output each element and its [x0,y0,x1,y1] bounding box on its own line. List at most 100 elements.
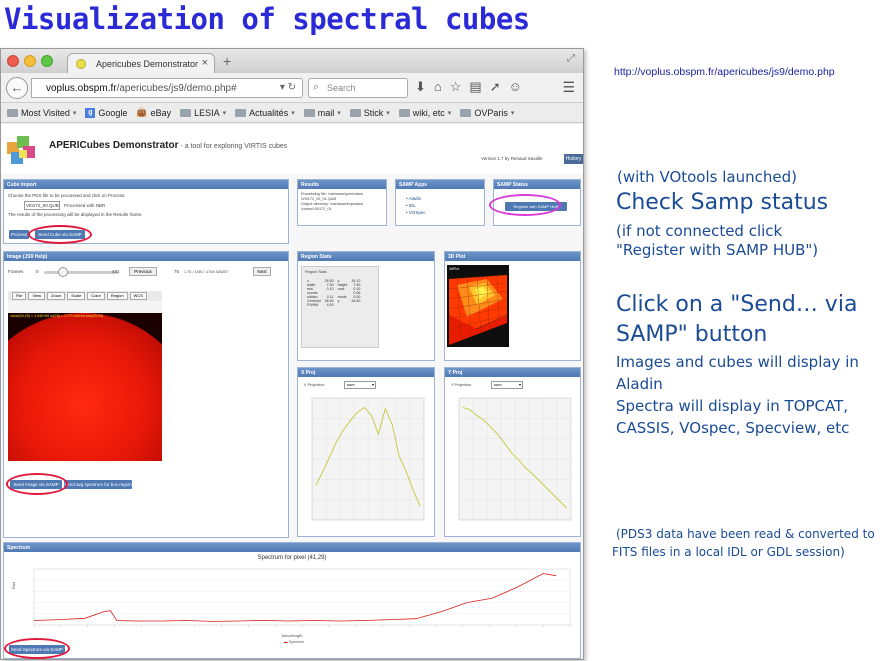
url-path: /apericubes/js9/demo.php# [116,83,237,94]
samp-app-vospec[interactable]: • VOSpec [406,209,426,216]
slide-title: Visualization of spectral cubes [4,2,530,36]
new-tab-icon[interactable]: + [223,53,231,69]
bookmark-ovparis[interactable]: OVParis ▾ [460,108,514,118]
note-connect-1: (if not connected click [616,222,783,240]
file-input[interactable]: VI0172_00.QUB [24,201,60,210]
yproj-panel: Y Proj Y Projection sum ▾ [444,367,581,537]
js9-image-display[interactable]: File View Zoom Scale Color Region WCS va… [8,291,162,461]
google-icon: g [85,107,96,118]
yproj-label: Y Projection [451,383,472,387]
js9-menu-color[interactable]: Color [87,292,105,300]
search-placeholder: Search [327,83,356,93]
samp-apps-header: SAMP Apps [396,180,484,189]
frame-min: 0 [36,269,39,274]
zoom-window-button[interactable] [41,55,53,67]
display-line-3: Spectra will display in TOPCAT, [616,397,849,415]
bookmark-stick[interactable]: Stick ▾ [349,108,390,118]
send-avg-spectrum-button[interactable]: Send avg spectrum for box region [64,480,132,489]
yproj-chart [458,397,572,521]
heading-send-2: SAMP" button [616,322,768,347]
js9-menubar: File View Zoom Scale Color Region WCS [8,291,162,301]
next-frame-button[interactable]: Next [253,267,271,276]
js9-menu-scale[interactable]: Scale [67,292,86,300]
cube-import-instructions: Choose the PDS file to be processed and … [8,193,126,198]
plot3d-header: 3D Plot [445,252,580,261]
region-stats-box: Region Stats x 26.50 y 35.10 width 7.50 height… [301,266,379,348]
browser-window: Apericubes Demonstrator × + ⤢ ← voplus.o… [0,48,584,660]
smiley-icon[interactable]: ☺ [509,79,522,95]
xproj-header: X Proj [298,368,434,377]
plot3d-canvas[interactable]: 3dPlot [447,265,509,347]
fullscreen-icon[interactable]: ⤢ [567,53,575,64]
bookmark-mail[interactable]: mail ▾ [303,108,341,118]
bookmark-ebay[interactable]: 👜 eBay [136,107,171,118]
samp-app-idl[interactable]: • IDL [406,202,426,209]
close-tab-icon[interactable]: × [202,57,208,69]
minimize-window-button[interactable] [24,55,36,67]
frames-label: Frames [8,269,24,274]
frame-slider[interactable] [44,267,118,277]
send-icon[interactable]: ➚ [490,79,501,95]
samp-status-header: SAMP Status [494,180,580,189]
url-bar[interactable]: voplus.obspm.fr/apericubes/js9/demo.php#… [31,78,303,98]
close-window-button[interactable] [7,55,19,67]
bookmark-google[interactable]: g Google [85,107,127,118]
xproj-select[interactable]: sum ▾ [344,381,376,389]
cube-import-header: Cube import [4,180,288,189]
demo-url: http://voplus.obspm.fr/apericubes/js9/de… [614,66,835,78]
url-domain: voplus.obspm.fr [46,83,117,94]
folder-icon [180,108,192,117]
samp-app-aladin[interactable]: • Aladin [406,195,426,202]
region-stats-table: x 26.50 y 35.10 width 7.50 height 7.50 min 0.10 ma… [305,279,362,307]
history-button[interactable]: History [564,154,583,164]
frame-number: 75 [174,269,180,274]
frame-slider-thumb[interactable] [58,267,68,277]
browser-titlebar: Apericubes Demonstrator × + ⤢ [1,49,583,73]
js9-menu-file[interactable]: File [12,292,27,300]
home-icon[interactable]: ⌂ [434,79,442,95]
folder-icon [460,108,472,117]
xproj-panel: X Proj X Projection sum ▾ [297,367,435,537]
search-input[interactable]: ⌕ Search [308,78,408,98]
js9-menu-region[interactable]: Region [106,292,128,300]
ebay-icon: 👜 [136,107,148,117]
app-subtitle: - a tool for exploring VIRTIS cubes [178,143,288,150]
process-button[interactable]: Process [9,230,29,239]
bookmark-most-visited[interactable]: Most Visited ▾ [7,108,76,118]
reload-icon[interactable]: ▾ ↻ [280,82,296,93]
samp-apps-list: • Aladin • IDL • VOSpec [406,195,426,216]
xproj-label: X Projection [304,383,325,387]
surface-plot [448,274,508,345]
heading-samp: Check Samp status [616,190,829,215]
folder-icon [7,108,18,117]
previous-frame-button[interactable]: Previous [129,267,157,276]
image-panel: Image (JS9 Help) Frames 0 431 Previous 7… [3,251,289,538]
samp-status-panel: SAMP Status Register with SAMP HUB [489,179,581,226]
js9-menu-view[interactable]: View [28,292,46,300]
tab-title: Apericubes Demonstrator [96,59,199,69]
bookmark-wiki[interactable]: wiki, etc ▾ [398,108,451,118]
download-icon[interactable]: ⬇ [415,79,426,95]
highlight-ring [6,473,68,495]
hamburger-menu-icon[interactable]: ☰ [562,79,575,96]
bookmark-star-icon[interactable]: ☆ [450,79,462,95]
web-page: APERICubes Demonstrator - a tool for exp… [1,124,583,659]
stats-cell [349,303,362,307]
js9-menu-wcs[interactable]: WCS [129,292,147,300]
bookmark-actualites[interactable]: Actualités ▾ [235,108,295,118]
version-label: Version 1.7 by Renaud Savalle [481,156,543,161]
browser-tab[interactable]: Apericubes Demonstrator × [67,53,215,73]
note-connect-2: "Register with SAMP HUB") [616,241,819,259]
back-arrow-icon[interactable]: ← [6,77,28,99]
stats-cell: 4.00 [326,303,334,307]
spectrum-ylabel: Rad [11,581,17,590]
yproj-select[interactable]: sum ▾ [491,381,523,389]
planet-image [8,313,162,461]
bookmark-lesia[interactable]: LESIA ▾ [180,108,226,118]
folder-icon [398,108,410,117]
js9-menu-zoom[interactable]: Zoom [47,292,66,300]
spectrum-panel: Spectrum Spectrum for pixel (41,29) Rad … [3,542,581,659]
reading-list-icon[interactable]: ▤ [469,79,481,95]
highlight-ring [4,638,70,659]
pds-note-1: (PDS3 data have been read & converted to [616,527,875,541]
